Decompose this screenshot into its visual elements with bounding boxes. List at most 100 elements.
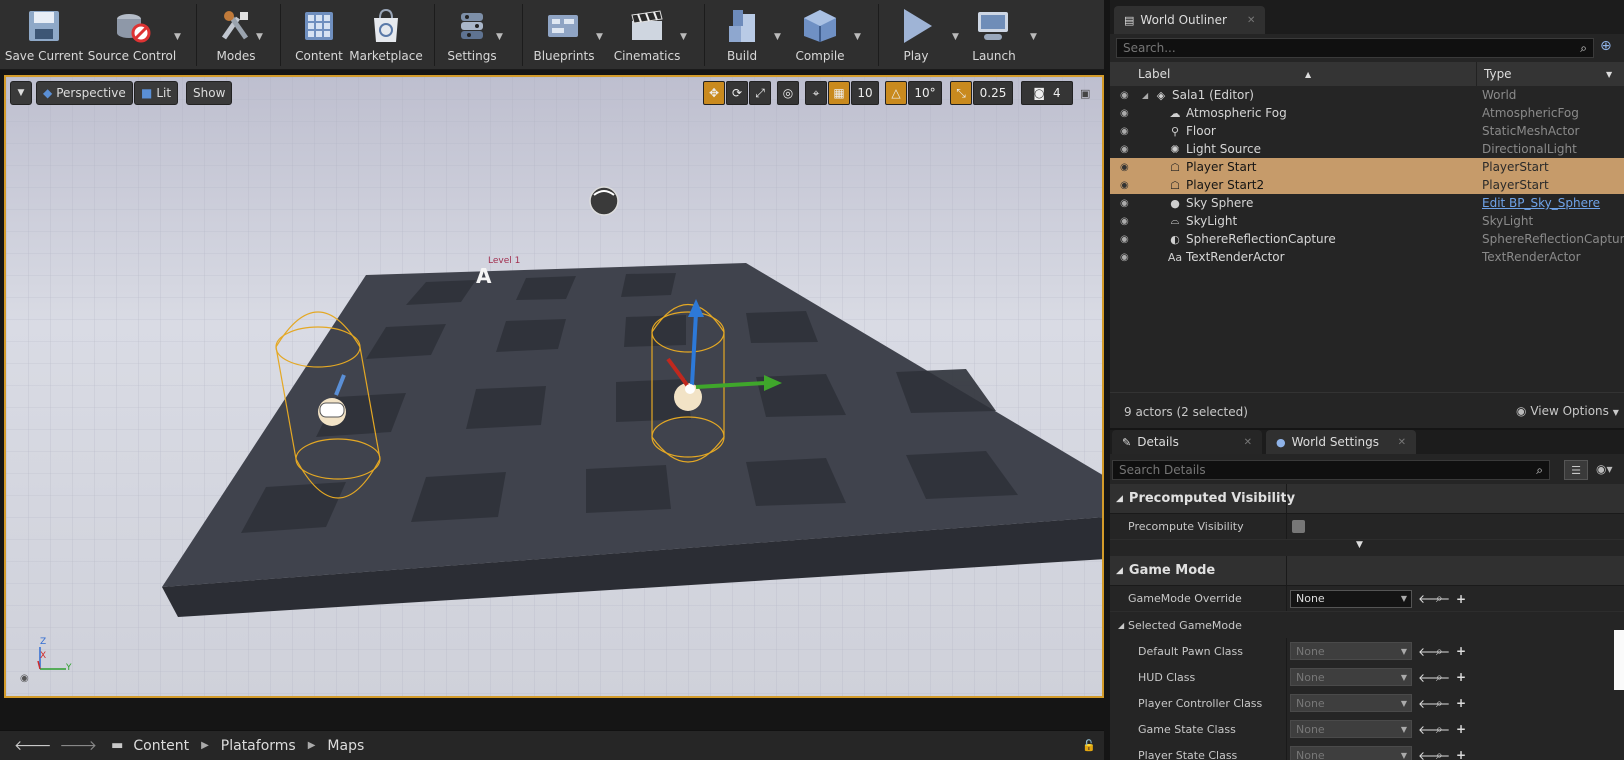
browse-magnifier-icon[interactable]: ⌕ bbox=[1436, 748, 1443, 760]
class-dropdown[interactable]: None ▼ bbox=[1290, 642, 1412, 660]
cinematics-button[interactable]: Cinematics bbox=[614, 6, 680, 66]
advanced-expander[interactable]: ▼ bbox=[1110, 540, 1624, 556]
compile-button[interactable]: Compile bbox=[792, 6, 848, 66]
blueprints-button[interactable]: Blueprints bbox=[532, 6, 596, 66]
class-dropdown[interactable]: None ▼ bbox=[1290, 694, 1412, 712]
chevron-down-icon[interactable]: ▼ bbox=[1606, 70, 1612, 79]
rotation-snap-value[interactable]: 10° bbox=[908, 81, 942, 105]
breadcrumb-plataforms[interactable]: Plataforms bbox=[221, 738, 296, 754]
marketplace-button[interactable]: Marketplace bbox=[349, 6, 423, 66]
use-selected-arrow-icon[interactable]: 🡐 bbox=[1418, 696, 1450, 711]
settings-dropdown-icon[interactable]: ▼ bbox=[496, 32, 506, 42]
outliner-row[interactable]: ◉ ● Sky Sphere Edit BP_Sky_Sphere bbox=[1110, 194, 1624, 212]
visibility-eye-icon[interactable]: ◉ bbox=[1120, 234, 1134, 245]
close-icon[interactable]: ✕ bbox=[1244, 437, 1252, 448]
rotate-tool-button[interactable]: ⟳ bbox=[726, 81, 748, 105]
add-plus-icon[interactable]: + bbox=[1456, 722, 1466, 736]
visibility-eye-icon[interactable]: ◉ bbox=[1120, 216, 1134, 227]
browse-magnifier-icon[interactable]: ⌕ bbox=[1436, 670, 1443, 685]
visibility-eye-icon[interactable]: ◉ bbox=[1120, 162, 1134, 173]
forward-arrow-icon[interactable]: 🡒 bbox=[60, 737, 98, 754]
outliner-row[interactable]: ◉ ☖ Player Start2 PlayerStart bbox=[1110, 176, 1624, 194]
outliner-row[interactable]: ◉ ⌓ SkyLight SkyLight bbox=[1110, 212, 1624, 230]
close-icon[interactable]: ✕ bbox=[1398, 437, 1406, 448]
play-dropdown-icon[interactable]: ▼ bbox=[952, 32, 962, 42]
launch-dropdown-icon[interactable]: ▼ bbox=[1030, 32, 1040, 42]
visibility-eye-icon[interactable]: ◉▾ bbox=[1596, 462, 1613, 476]
visibility-eye-icon[interactable]: ◉ bbox=[1120, 252, 1134, 263]
outliner-row[interactable]: ◉ ☁ Atmospheric Fog AtmosphericFog bbox=[1110, 104, 1624, 122]
use-selected-arrow-icon[interactable]: 🡐 bbox=[1418, 748, 1450, 760]
column-type-header[interactable]: Type bbox=[1484, 67, 1512, 81]
rotation-snap-toggle[interactable]: △ bbox=[885, 81, 907, 105]
section-game-mode[interactable]: ◢ Game Mode bbox=[1110, 556, 1624, 586]
cinematics-dropdown-icon[interactable]: ▼ bbox=[680, 32, 690, 42]
lock-icon[interactable]: 🔓 bbox=[1082, 739, 1096, 752]
build-dropdown-icon[interactable]: ▼ bbox=[774, 32, 784, 42]
view-options-button[interactable]: ◉ View Options ▼ bbox=[1516, 404, 1619, 418]
subsection-selected-gamemode[interactable]: ◢ Selected GameMode bbox=[1110, 612, 1624, 638]
modes-dropdown-icon[interactable]: ▼ bbox=[256, 32, 266, 42]
browse-magnifier-icon[interactable]: ⌕ bbox=[1436, 722, 1443, 737]
use-selected-arrow-icon[interactable]: 🡐 bbox=[1418, 591, 1450, 606]
tab-world-settings[interactable]: ● World Settings ✕ bbox=[1266, 430, 1416, 454]
browse-magnifier-icon[interactable]: ⌕ bbox=[1436, 644, 1443, 659]
compile-dropdown-icon[interactable]: ▼ bbox=[854, 32, 864, 42]
translate-tool-button[interactable]: ✥ bbox=[703, 81, 725, 105]
settings-button[interactable]: Settings bbox=[444, 6, 500, 66]
use-selected-arrow-icon[interactable]: 🡐 bbox=[1418, 644, 1450, 659]
maximize-viewport-icon[interactable]: ▣ bbox=[1080, 87, 1090, 100]
back-arrow-icon[interactable]: 🡐 bbox=[14, 737, 52, 754]
launch-button[interactable]: Launch bbox=[968, 6, 1020, 66]
source-control-dropdown-icon[interactable]: ▼ bbox=[174, 32, 184, 42]
help-icon[interactable]: ◉ bbox=[20, 673, 29, 684]
camera-speed-button[interactable]: ◙ 4 bbox=[1021, 81, 1073, 105]
visibility-eye-icon[interactable]: ◉ bbox=[1120, 108, 1134, 119]
gamemode-override-dropdown[interactable]: None ▼ bbox=[1290, 589, 1412, 608]
visibility-eye-icon[interactable]: ◉ bbox=[1120, 90, 1134, 101]
breadcrumb-maps[interactable]: Maps bbox=[327, 738, 364, 754]
add-plus-icon[interactable]: + bbox=[1456, 592, 1466, 606]
column-label-header[interactable]: Label bbox=[1138, 67, 1170, 81]
add-plus-icon[interactable]: + bbox=[1456, 696, 1466, 710]
visibility-eye-icon[interactable]: ◉ bbox=[1120, 198, 1134, 209]
grid-snap-toggle[interactable]: ▦ bbox=[828, 81, 850, 105]
class-dropdown[interactable]: None ▼ bbox=[1290, 746, 1412, 760]
lit-button[interactable]: ■ Lit bbox=[134, 81, 179, 105]
viewport-options-button[interactable]: ▼ bbox=[10, 81, 32, 105]
use-selected-arrow-icon[interactable]: 🡐 bbox=[1418, 670, 1450, 685]
tab-world-outliner[interactable]: ▤ World Outliner ✕ bbox=[1114, 6, 1266, 34]
chevron-down-icon[interactable]: ◢ bbox=[1142, 91, 1148, 100]
play-button[interactable]: Play bbox=[888, 6, 944, 66]
precompute-visibility-checkbox[interactable] bbox=[1292, 520, 1305, 533]
scale-snap-value[interactable]: 0.25 bbox=[973, 81, 1013, 105]
outliner-search-input[interactable] bbox=[1123, 41, 1564, 55]
visibility-eye-icon[interactable]: ◉ bbox=[1120, 144, 1134, 155]
grid-snap-value[interactable]: 10 bbox=[851, 81, 879, 105]
scene-render[interactable]: A Level 1 bbox=[6, 77, 1104, 698]
add-plus-icon[interactable]: + bbox=[1456, 670, 1466, 684]
class-dropdown[interactable]: None ▼ bbox=[1290, 668, 1412, 686]
visibility-eye-icon[interactable]: ◉ bbox=[1120, 180, 1134, 191]
outliner-row[interactable]: ◉ ✺ Light Source DirectionalLight bbox=[1110, 140, 1624, 158]
scale-snap-toggle[interactable]: ⤡ bbox=[950, 81, 972, 105]
visibility-eye-icon[interactable]: ◉ bbox=[1120, 126, 1134, 137]
add-actor-icon[interactable]: ⊕ bbox=[1600, 38, 1612, 54]
build-button[interactable]: Build bbox=[716, 6, 768, 66]
perspective-button[interactable]: ◆ Perspective bbox=[36, 81, 133, 105]
class-dropdown[interactable]: None ▼ bbox=[1290, 720, 1412, 738]
property-matrix-icon[interactable]: ☰ bbox=[1564, 460, 1588, 480]
save-current-button[interactable]: Save Current bbox=[5, 6, 83, 66]
outliner-row[interactable]: ◉ Aa TextRenderActor TextRenderActor bbox=[1110, 248, 1624, 266]
details-scrollbar[interactable] bbox=[1614, 630, 1624, 690]
add-plus-icon[interactable]: + bbox=[1456, 748, 1466, 760]
browse-magnifier-icon[interactable]: ⌕ bbox=[1436, 591, 1443, 606]
outliner-row[interactable]: ◉ ◢ ◈ Sala1 (Editor) World bbox=[1110, 86, 1624, 104]
add-plus-icon[interactable]: + bbox=[1456, 644, 1466, 658]
show-button[interactable]: Show bbox=[186, 81, 233, 105]
outliner-row[interactable]: ◉ ◐ SphereReflectionCapture SphereReflectio… bbox=[1110, 230, 1624, 248]
close-icon[interactable]: ✕ bbox=[1247, 15, 1255, 26]
browse-magnifier-icon[interactable]: ⌕ bbox=[1436, 696, 1443, 711]
blueprints-dropdown-icon[interactable]: ▼ bbox=[596, 32, 606, 42]
source-control-button[interactable]: Source Control bbox=[88, 6, 176, 66]
